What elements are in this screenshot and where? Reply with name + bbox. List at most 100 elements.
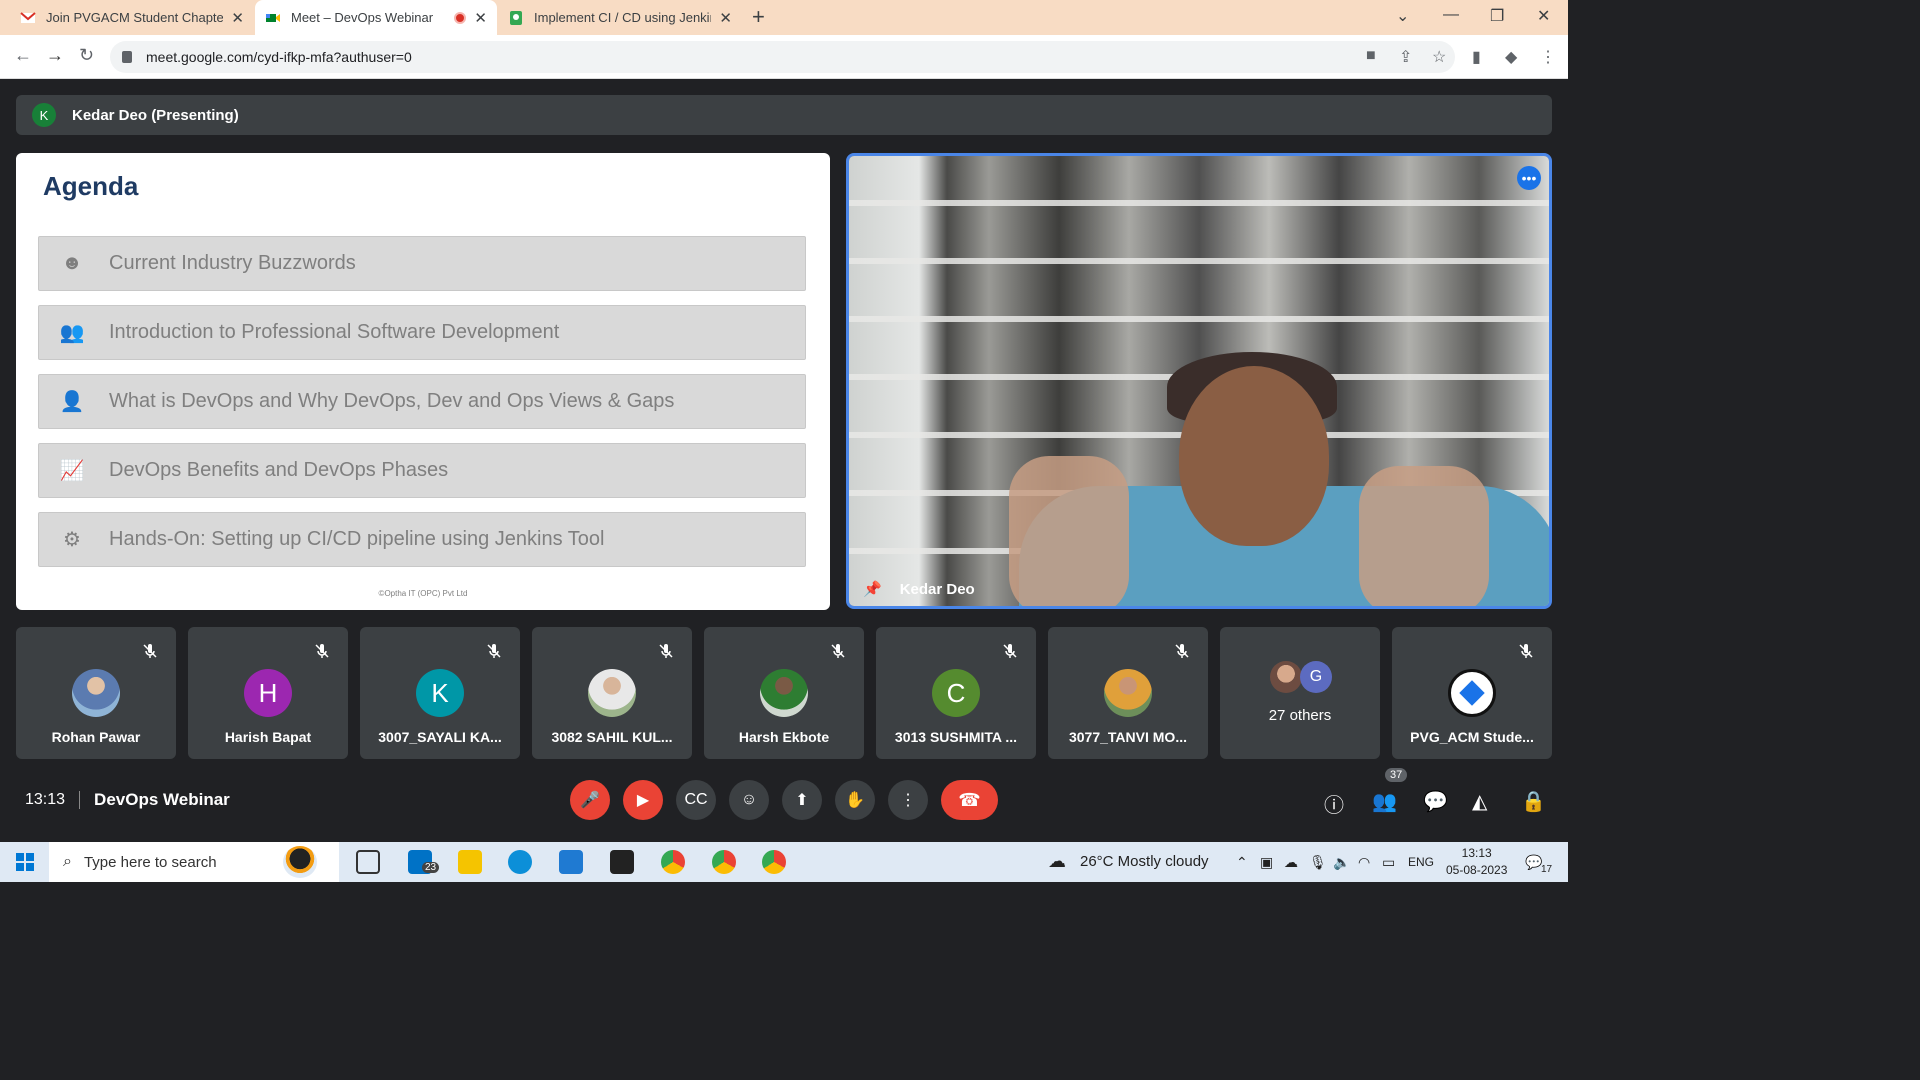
notification-icon[interactable]: 💬 (1525, 854, 1542, 871)
present-button[interactable]: ⬆ (782, 780, 822, 820)
acm-logo-icon (1448, 669, 1496, 717)
participant-name: 3013 SUSHMITA ... (894, 729, 1018, 745)
mic-off-icon (1175, 644, 1189, 658)
close-icon[interactable]: ✕ (719, 9, 732, 27)
side-panel-icon[interactable]: ▮ (1472, 47, 1481, 67)
more-options-icon[interactable]: ••• (1517, 166, 1541, 190)
participant-tile[interactable]: PVG_ACM Stude... (1392, 627, 1552, 759)
tab-jenkins[interactable]: Implement CI / CD using Jenkins ✕ (498, 0, 742, 35)
agenda-item-text: Hands-On: Setting up CI/CD pipeline usin… (109, 528, 605, 550)
camera-off-icon: ▶ (636, 792, 650, 809)
bookmark-star-icon[interactable]: ☆ (1432, 47, 1446, 67)
presenter-label: Kedar Deo (Presenting) (72, 106, 239, 124)
agenda-item: 📈 DevOps Benefits and DevOps Phases (38, 443, 806, 498)
participant-name: Kedar Deo (899, 580, 975, 598)
back-button[interactable]: ← (14, 45, 32, 66)
new-tab-button[interactable]: + (752, 4, 765, 30)
lock-icon (122, 51, 132, 63)
weather-text[interactable]: 26°C Mostly cloudy (1080, 853, 1209, 870)
participant-tile[interactable]: C 3013 SUSHMITA ... (876, 627, 1036, 759)
battery-icon[interactable]: ▭ (1382, 854, 1395, 871)
task-view-icon[interactable] (356, 850, 380, 874)
tab-meet[interactable]: Meet – DevOps Webinar ✕ (255, 0, 497, 35)
participant-tile[interactable]: 3082 SAHIL KUL... (532, 627, 692, 759)
tab-title: Meet – DevOps Webinar (291, 10, 434, 25)
participant-tile[interactable]: H Harish Bapat (188, 627, 348, 759)
reload-button[interactable]: ↻ (79, 45, 94, 66)
pin-icon[interactable]: 📌 (863, 580, 882, 598)
participant-tile[interactable]: Rohan Pawar (16, 627, 176, 759)
phone-hangup-icon: ☎ (958, 789, 981, 810)
notification-count: 17 (1541, 864, 1553, 875)
close-window-button[interactable]: ✕ (1537, 6, 1550, 26)
participant-tile[interactable]: K 3007_SAYALI KA... (360, 627, 520, 759)
chrome-icon[interactable] (712, 850, 736, 874)
video-name-label: 📌 Kedar Deo (863, 580, 975, 599)
avatar (760, 669, 808, 717)
avatar (588, 669, 636, 717)
file-explorer-icon[interactable] (458, 850, 482, 874)
participant-name: Rohan Pawar (51, 729, 141, 745)
close-icon[interactable]: ✕ (231, 9, 244, 27)
edge-icon[interactable] (508, 850, 532, 874)
onedrive-icon[interactable]: ☁ (1284, 854, 1298, 871)
maximize-button[interactable]: ❐ (1490, 6, 1504, 26)
avatar: K (416, 669, 464, 717)
reactions-button[interactable]: ☺ (729, 780, 769, 820)
raise-hand-button[interactable]: ✋ (835, 780, 875, 820)
dev-app-icon[interactable] (610, 850, 634, 874)
agenda-item-text: DevOps Benefits and DevOps Phases (109, 459, 449, 481)
avatar (1270, 661, 1302, 693)
others-count: 27 others (1268, 707, 1332, 724)
camera-icon[interactable]: ■ (1366, 47, 1376, 65)
host-controls-icon[interactable]: 🔒 (1521, 789, 1546, 814)
speaker-icon[interactable]: 🔈 (1333, 854, 1350, 871)
slide-title: Agenda (43, 171, 139, 201)
chevron-up-icon[interactable]: ⌃ (1236, 854, 1248, 871)
more-options-button[interactable]: ⋮ (888, 780, 928, 820)
vscode-icon[interactable] (559, 850, 583, 874)
activities-icon[interactable]: ◭ (1472, 789, 1487, 814)
avatar: C (932, 669, 980, 717)
tab-gmail[interactable]: Join PVGACM Student Chapter W ✕ (10, 0, 254, 35)
chrome-icon[interactable] (762, 850, 786, 874)
participant-tile-others[interactable]: G 27 others (1220, 627, 1380, 759)
mic-toggle-button[interactable]: 🎤 (570, 780, 610, 820)
site-icon (510, 10, 522, 25)
avatar (72, 669, 120, 717)
camera-toggle-button[interactable]: ▶ (623, 780, 663, 820)
meeting-info: 13:13 DevOps Webinar (25, 790, 230, 810)
url-text: meet.google.com/cyd-ifkp-mfa?authuser=0 (146, 49, 412, 65)
extension-icon[interactable]: ◆ (1505, 47, 1517, 67)
participant-tile[interactable]: Harsh Ekbote (704, 627, 864, 759)
participant-name: Harish Bapat (224, 729, 312, 745)
taskbar-search[interactable]: ⌕ Type here to search (49, 842, 339, 882)
address-bar: ← → ↻ meet.google.com/cyd-ifkp-mfa?authu… (0, 35, 1568, 79)
share-icon[interactable]: ⇪ (1399, 47, 1412, 67)
microphone-icon[interactable]: 🎙 (1309, 854, 1327, 871)
chat-icon[interactable]: 💬 (1423, 789, 1448, 814)
windows-taskbar: ⌕ Type here to search 23 ☁ 26°C Mostly c… (0, 842, 1568, 882)
minimize-button[interactable]: — (1443, 6, 1459, 24)
captions-button[interactable]: CC (676, 780, 716, 820)
main-video-tile[interactable]: ••• 📌 Kedar Deo (846, 153, 1552, 609)
tab-search-icon[interactable]: ⌄ (1396, 6, 1409, 26)
wifi-icon[interactable]: ◠ (1358, 854, 1370, 871)
weather-icon[interactable]: ☁ (1048, 851, 1066, 872)
url-field[interactable]: meet.google.com/cyd-ifkp-mfa?authuser=0 (110, 41, 1455, 73)
more-vert-icon: ⋮ (900, 792, 916, 809)
language-indicator[interactable]: ENG (1408, 855, 1434, 869)
forward-button[interactable]: → (46, 45, 64, 66)
participant-tile[interactable]: 3077_TANVI MO... (1048, 627, 1208, 759)
people-icon[interactable]: 👥 (1372, 789, 1397, 814)
chrome-icon[interactable] (661, 850, 685, 874)
agenda-item: ⚙ Hands-On: Setting up CI/CD pipeline us… (38, 512, 806, 567)
meeting-details-icon[interactable]: ⓘ (1324, 789, 1344, 818)
tray-icon[interactable]: ▣ (1260, 854, 1273, 871)
participant-name: 3007_SAYALI KA... (378, 729, 502, 745)
taskbar-clock[interactable]: 13:13 05-08-2023 (1446, 845, 1507, 879)
menu-icon[interactable]: ⋮ (1540, 47, 1556, 67)
close-icon[interactable]: ✕ (474, 9, 487, 27)
windows-start-icon[interactable] (16, 853, 34, 871)
leave-call-button[interactable]: ☎ (941, 780, 998, 820)
